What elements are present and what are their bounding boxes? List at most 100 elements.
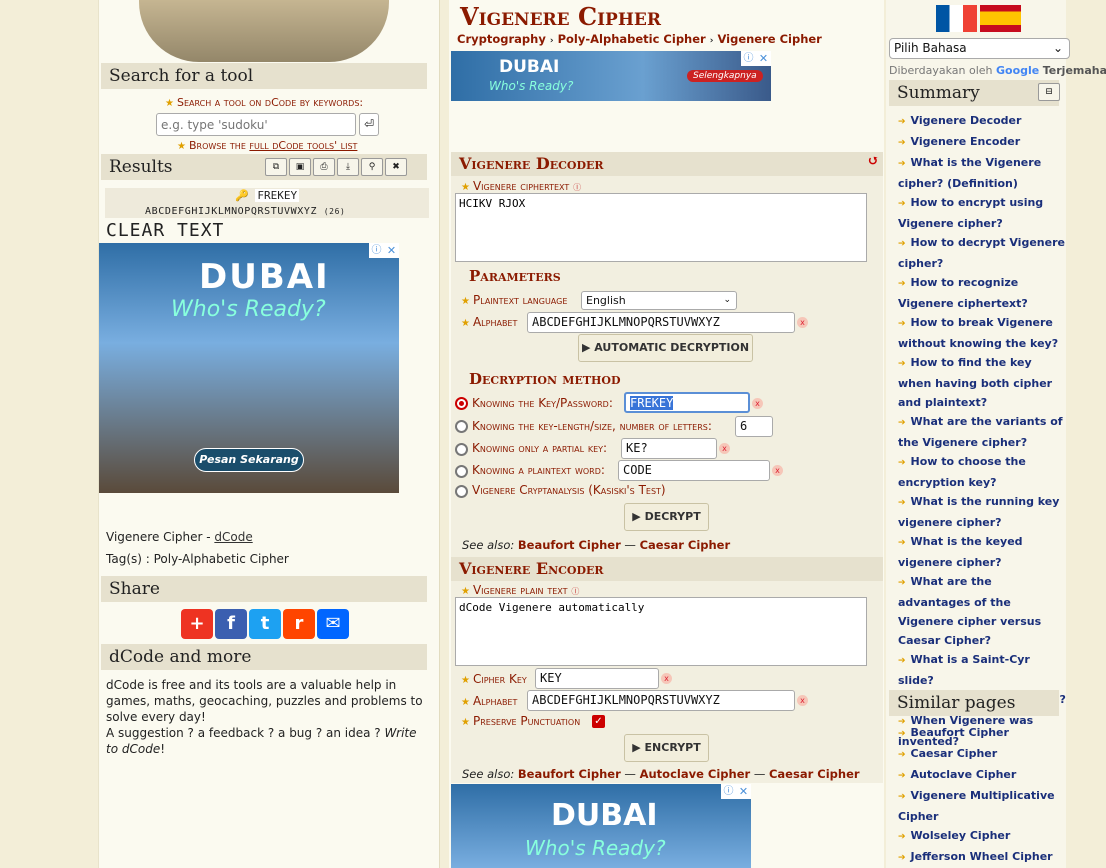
collapse-icon[interactable]: ⊟ [1038,83,1060,101]
plain-lang-select[interactable]: English ⌄ [581,291,737,310]
ad-info-icon[interactable]: ⓘ [721,784,736,799]
ad-info-icon[interactable]: ⓘ [369,243,384,258]
key-length-input[interactable]: 6 [735,416,773,437]
radio-kasiski[interactable] [455,485,468,498]
summary-item[interactable]: ➔ What are the variants of the Vigenere c… [898,412,1066,452]
arrow-icon: ➔ [898,832,906,842]
share-add-icon[interactable]: + [181,609,213,639]
decrypt-button[interactable]: ▶ DECRYPT [624,503,709,531]
search-input[interactable] [156,113,356,136]
breadcrumb-poly[interactable]: Poly-Alphabetic Cipher [558,32,706,46]
see-also-autoclave[interactable]: Autoclave Cipher [640,767,751,781]
clear-alphabet-icon[interactable]: x [797,317,808,328]
dcode-link[interactable]: dCode [214,530,252,544]
radio-key-length[interactable] [455,420,468,433]
breadcrumb-vigenere[interactable]: Vigenere Cipher [717,32,821,46]
similar-item[interactable]: ➔ Autoclave Cipher [898,765,1066,786]
plaintext-input[interactable]: dCode Vigenere automatically [455,597,867,666]
summary-item[interactable]: ➔ How to decrypt Vigenere cipher? [898,233,1066,273]
french-flag-icon[interactable] [936,5,977,32]
punct-checkbox[interactable]: ✓ [592,715,605,728]
alphabet-input[interactable]: ABCDEFGHIJKLMNOPQRSTUVWXYZ [527,312,795,333]
facebook-icon[interactable]: f [215,609,247,639]
summary-item[interactable]: ➔ What is a Saint-Cyr slide? [898,650,1066,690]
see-also-beaufort[interactable]: Beaufort Cipher [518,767,621,781]
language-select[interactable]: Pilih Bahasa ⌄ [889,38,1070,59]
radio-key[interactable] [455,397,468,410]
twitter-icon[interactable]: t [249,609,281,639]
ad-close-icon[interactable]: ✕ [756,51,771,66]
summary-item[interactable]: ➔ Vigenere Decoder [898,111,1066,132]
cipher-key-label: ★ Cipher Key [461,672,527,686]
clear-key-icon[interactable]: x [752,398,763,409]
reset-icon[interactable]: ↺ [867,153,879,169]
ciphertext-input[interactable]: HCIKV RJOX [455,193,867,262]
similar-item[interactable]: ➔ Vigenere Multiplicative Cipher [898,786,1066,826]
email-icon[interactable]: ✉ [317,609,349,639]
clear-partial-icon[interactable]: x [719,443,730,454]
fullscreen-icon[interactable]: ▣ [289,158,311,176]
similar-item[interactable]: ➔ Caesar Cipher [898,744,1066,765]
clear-icon[interactable]: ✖ [385,158,407,176]
ad-close-icon[interactable]: ✕ [736,784,751,799]
summary-item[interactable]: ➔ What is the keyed vigenere cipher? [898,532,1066,572]
arrow-icon: ➔ [898,458,906,468]
summary-item[interactable]: ➔ How to encrypt using Vigenere cipher? [898,193,1066,233]
help-icon[interactable]: ⓘ [573,179,581,193]
plaintext-label: ★ Vigenere plain text ⓘ [461,583,580,597]
see-also-caesar[interactable]: Caesar Cipher [769,767,860,781]
summary-item[interactable]: ➔ What is the running key vigenere cipher… [898,492,1066,532]
similar-item[interactable]: ➔ Jefferson Wheel Cipher [898,847,1066,868]
enc-alphabet-input[interactable]: ABCDEFGHIJKLMNOPQRSTUVWXYZ [527,690,795,711]
arrow-icon: ➔ [898,239,906,249]
partial-key-input[interactable]: KE? [621,438,717,459]
similar-item[interactable]: ➔ Wolseley Cipher [898,826,1066,847]
key-input[interactable]: FREKEY [624,392,750,413]
help-icon[interactable]: ⓘ [571,583,579,597]
cryptex-logo [139,0,389,62]
method-length-label: Knowing the key-length/size, number of l… [472,419,712,433]
summary-item[interactable]: ➔ How to choose the encryption key? [898,452,1066,492]
ad-cta-button[interactable]: Pesan Sekarang [194,448,304,472]
breadcrumb-cryptography[interactable]: Cryptography [457,32,546,46]
summary-item[interactable]: ➔ What is the Vigenere cipher? (Definitio… [898,153,1066,193]
copy-icon[interactable]: ⧉ [265,158,287,176]
reddit-icon[interactable]: r [283,609,315,639]
summary-item[interactable]: ➔ How to recognize Vigenere ciphertext? [898,273,1066,313]
cipher-key-input[interactable]: KEY [535,668,659,689]
ad-banner-top[interactable]: ⓘ ✕ DUBAI Who's Ready? Selengkapnya [451,51,771,101]
summary-item[interactable]: ➔ How to break Vigenere without knowing t… [898,313,1066,353]
arrow-icon: ➔ [898,117,906,127]
plaintext-word-input[interactable]: CODE [618,460,770,481]
ad-top-cta[interactable]: Selengkapnya [687,70,763,82]
clear-enc-alphabet-icon[interactable]: x [797,695,808,706]
browse-tools-link[interactable]: full dCode tools' list [249,139,357,152]
summary-item[interactable]: ➔ Vigenere Encoder [898,132,1066,153]
see-also-beaufort[interactable]: Beaufort Cipher [518,538,621,552]
arrow-icon: ➔ [898,656,906,666]
clear-cipher-key-icon[interactable]: x [661,673,672,684]
ad-close-icon[interactable]: ✕ [384,243,399,258]
summary-item[interactable]: ➔ What are the advantages of the Vigenere… [898,572,1066,650]
arrow-icon: ➔ [898,319,906,329]
radio-plaintext-word[interactable] [455,465,468,478]
ad-banner-bottom[interactable]: ⓘ ✕ DUBAI Who's Ready? [451,784,751,868]
enc-alphabet-label: ★ Alphabet [461,694,518,708]
clear-word-icon[interactable]: x [772,465,783,476]
radio-partial-key[interactable] [455,443,468,456]
see-also-caesar[interactable]: Caesar Cipher [640,538,731,552]
pin-icon[interactable]: ⚲ [361,158,383,176]
google-translate-credit: Diberdayakan oleh Google Terjemahan [889,64,1106,77]
print-icon[interactable]: ⎙ [313,158,335,176]
download-icon[interactable]: ⤓ [337,158,359,176]
spanish-flag-icon[interactable] [980,5,1021,32]
auto-decrypt-button[interactable]: ▶ AUTOMATIC DECRYPTION [578,334,753,362]
alphabet-line: ABCDEFGHIJKLMNOPQRSTUVWXYZ (26) [145,206,346,217]
encrypt-button[interactable]: ▶ ENCRYPT [624,734,709,762]
search-submit-button[interactable]: ⏎ [359,113,379,136]
summary-item[interactable]: ➔ How to find the key when having both ci… [898,353,1066,412]
tags: Tag(s) : Poly-Alphabetic Cipher [106,552,289,566]
ad-banner-left[interactable]: ⓘ ✕ DUBAI Who's Ready? Pesan Sekarang [99,243,399,493]
ad-info-icon[interactable]: ⓘ [741,51,756,66]
similar-item[interactable]: ➔ Beaufort Cipher [898,723,1066,744]
